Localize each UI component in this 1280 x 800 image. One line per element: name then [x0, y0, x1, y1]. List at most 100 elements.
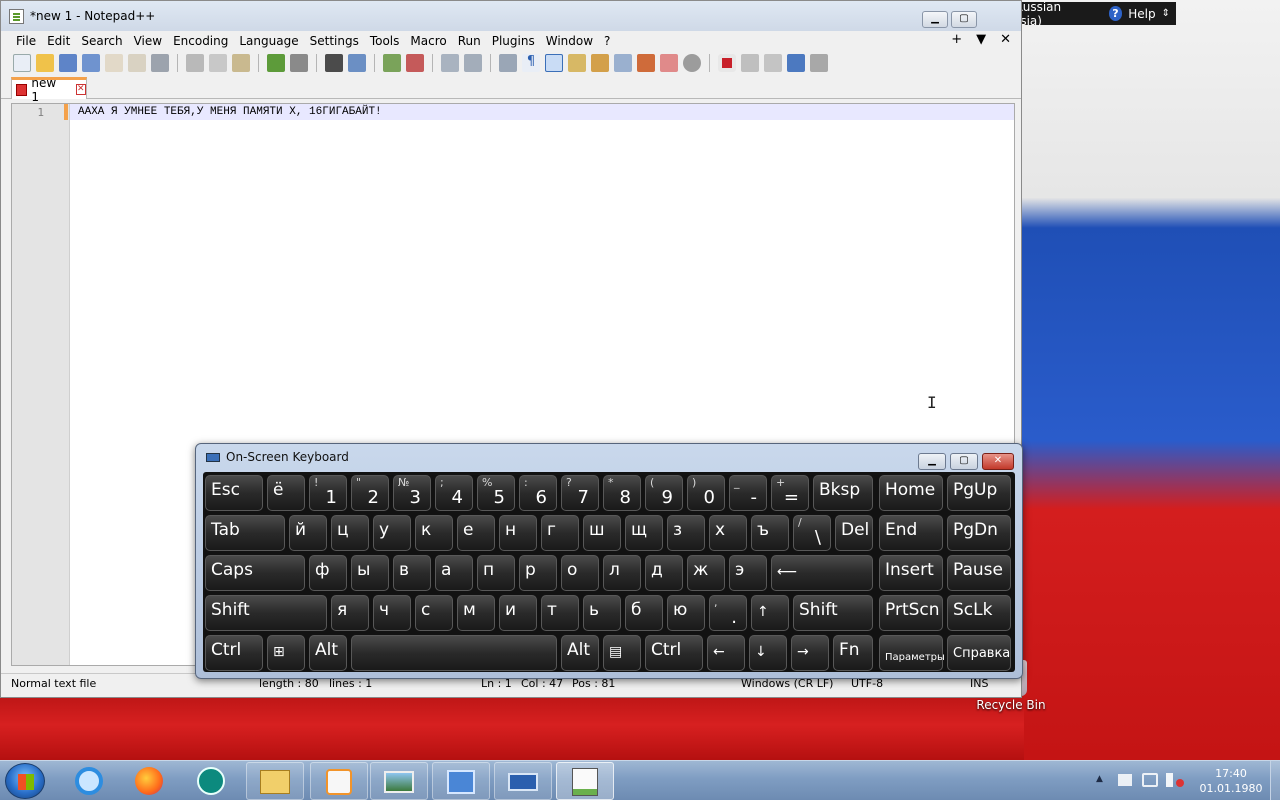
key-7[interactable]: ? 7 — [561, 475, 599, 511]
key-m[interactable]: м — [457, 595, 495, 631]
menu-encoding[interactable]: Encoding — [168, 34, 234, 48]
key-pgdn[interactable]: PgDn — [947, 515, 1011, 551]
key-pgup[interactable]: PgUp — [947, 475, 1011, 511]
key-0[interactable]: ) 0 — [687, 475, 725, 511]
new-tab-plus-icon[interactable]: + — [951, 32, 962, 47]
osk-close-button[interactable]: ✕ — [982, 453, 1014, 470]
key-k[interactable]: к — [415, 515, 453, 551]
key-ye[interactable]: е — [457, 515, 495, 551]
key-4[interactable]: ; 4 — [435, 475, 473, 511]
key-backspace[interactable]: Bksp — [813, 475, 873, 511]
cut-icon[interactable] — [186, 54, 204, 72]
print-icon[interactable] — [151, 54, 169, 72]
key-f[interactable]: ф — [309, 555, 347, 591]
word-wrap-icon[interactable] — [499, 54, 517, 72]
taskbar-ie-icon[interactable] — [70, 765, 108, 797]
key-equals[interactable]: + = — [771, 475, 809, 511]
new-file-icon[interactable] — [13, 54, 31, 72]
key-context-menu[interactable]: ▤ — [603, 635, 641, 671]
key-9[interactable]: (9 — [645, 475, 683, 511]
copy-icon[interactable] — [209, 54, 227, 72]
key-shift-left[interactable]: Shift — [205, 595, 327, 631]
menu-help[interactable]: ? — [599, 34, 616, 48]
key-period[interactable]: ,. — [709, 595, 747, 631]
key-ch[interactable]: ч — [373, 595, 411, 631]
taskbar-notepad-plus-plus-icon[interactable] — [556, 762, 614, 800]
key-soft-sign[interactable]: ь — [583, 595, 621, 631]
key-prtscn[interactable]: PrtScn — [879, 595, 943, 631]
key-shch[interactable]: щ — [625, 515, 663, 551]
find-icon[interactable] — [325, 54, 343, 72]
key-u[interactable]: у — [373, 515, 411, 551]
play-macro-icon[interactable] — [764, 54, 782, 72]
key-2[interactable]: " 2 — [351, 475, 389, 511]
indent-guide-icon[interactable] — [545, 54, 563, 72]
zoom-in-icon[interactable] — [383, 54, 401, 72]
key-ctrl-left[interactable]: Ctrl — [205, 635, 263, 671]
key-space[interactable] — [351, 635, 557, 671]
menu-tools[interactable]: Tools — [365, 34, 406, 48]
key-g[interactable]: г — [541, 515, 579, 551]
key-help[interactable]: Справка — [947, 635, 1011, 671]
start-button[interactable] — [5, 763, 45, 799]
save-icon[interactable] — [59, 54, 77, 72]
key-v[interactable]: в — [393, 555, 431, 591]
key-1[interactable]: ! 1 — [309, 475, 347, 511]
key-s[interactable]: с — [415, 595, 453, 631]
key-caps[interactable]: Caps — [205, 555, 305, 591]
key-insert[interactable]: Insert — [879, 555, 943, 591]
run-macro-multiple-icon[interactable] — [787, 54, 805, 72]
key-n[interactable]: н — [499, 515, 537, 551]
key-z[interactable]: з — [667, 515, 705, 551]
key-arrow-right[interactable]: → — [791, 635, 829, 671]
key-hard-sign[interactable]: ъ — [751, 515, 789, 551]
key-fn[interactable]: Fn — [833, 635, 873, 671]
key-ctrl-right[interactable]: Ctrl — [645, 635, 703, 671]
menu-view[interactable]: View — [129, 34, 168, 48]
key-arrow-down[interactable]: ↓ — [749, 635, 787, 671]
key-ts[interactable]: ц — [331, 515, 369, 551]
key-pause[interactable]: Pause — [947, 555, 1011, 591]
help-icon[interactable]: ? — [1108, 6, 1123, 21]
key-sh[interactable]: ш — [583, 515, 621, 551]
key-windows[interactable]: ⊞ — [267, 635, 305, 671]
maximize-button[interactable]: ▢ — [951, 11, 977, 28]
close-all-icon[interactable] — [128, 54, 146, 72]
menu-plugins[interactable]: Plugins — [487, 34, 541, 48]
taskbar-control-panel-icon[interactable] — [432, 762, 490, 800]
action-center-flag-icon[interactable] — [1118, 774, 1132, 786]
key-backslash[interactable]: / \ — [793, 515, 831, 551]
zoom-out-icon[interactable] — [406, 54, 424, 72]
taskbar-photo-viewer-icon[interactable] — [370, 762, 428, 800]
replace-icon[interactable] — [348, 54, 366, 72]
menu-run[interactable]: Run — [453, 34, 487, 48]
key-t[interactable]: т — [541, 595, 579, 631]
record-macro-icon[interactable] — [718, 54, 736, 72]
key-a[interactable]: а — [435, 555, 473, 591]
tab-new-1[interactable]: new 1 ✕ — [11, 76, 87, 104]
function-list-icon[interactable] — [637, 54, 655, 72]
editor-line-text[interactable]: ААХА Я УМНЕЕ ТЕБЯ,У МЕНЯ ПАМЯТИ Х, 16ГИГ… — [78, 106, 382, 118]
key-yo[interactable]: ё — [267, 475, 305, 511]
open-file-icon[interactable] — [36, 54, 54, 72]
menu-file[interactable]: File — [11, 34, 42, 48]
monitoring-icon[interactable] — [683, 54, 701, 72]
taskbar-app-icon[interactable] — [192, 765, 230, 797]
save-all-icon[interactable] — [82, 54, 100, 72]
stop-macro-icon[interactable] — [741, 54, 759, 72]
tab-list-dropdown-icon[interactable]: ▼ — [976, 32, 986, 47]
show-hidden-icons-icon[interactable]: ▲ — [1096, 774, 1103, 784]
sync-horizontal-icon[interactable] — [464, 54, 482, 72]
taskbar-firefox-icon[interactable] — [130, 765, 168, 797]
user-language-icon[interactable] — [568, 54, 586, 72]
menu-macro[interactable]: Macro — [405, 34, 452, 48]
network-icon[interactable] — [1142, 773, 1158, 787]
menu-search[interactable]: Search — [76, 34, 128, 48]
key-l[interactable]: л — [603, 555, 641, 591]
key-8[interactable]: * 8 — [603, 475, 641, 511]
key-yu[interactable]: ю — [667, 595, 705, 631]
key-y-short[interactable]: й — [289, 515, 327, 551]
key-enter[interactable]: ⟵ — [771, 555, 873, 591]
key-e[interactable]: э — [729, 555, 767, 591]
key-options[interactable]: Параметры — [879, 635, 945, 671]
